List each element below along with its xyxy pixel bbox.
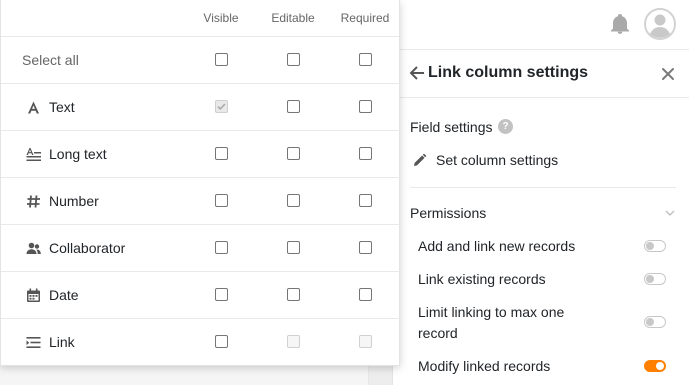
table-row-text: Text bbox=[1, 84, 401, 131]
link-column-settings-panel: Link column settings Field settings ? Se… bbox=[392, 50, 689, 385]
user-avatar-icon[interactable] bbox=[644, 8, 676, 40]
divider bbox=[410, 187, 676, 188]
table-row-long-text: Long text bbox=[1, 131, 401, 178]
calendar-icon bbox=[27, 288, 40, 302]
checkbox-visible[interactable] bbox=[215, 288, 228, 301]
checkbox-visible[interactable] bbox=[215, 147, 228, 160]
close-icon[interactable] bbox=[661, 67, 675, 81]
checkbox-required[interactable] bbox=[359, 53, 372, 66]
pencil-icon bbox=[414, 153, 427, 166]
bell-icon[interactable] bbox=[610, 13, 630, 35]
table-row-collaborator: Collaborator bbox=[1, 225, 401, 272]
checkbox-required[interactable] bbox=[359, 147, 372, 160]
collaborator-icon bbox=[26, 242, 41, 254]
table-row-select-all: Select all bbox=[1, 37, 401, 84]
checkbox-editable bbox=[287, 335, 300, 348]
permissions-label: Permissions bbox=[410, 205, 487, 221]
permission-add-and-link-label: Add and link new records bbox=[418, 238, 576, 254]
back-arrow-icon[interactable] bbox=[409, 65, 425, 81]
permission-limit-one-toggle[interactable] bbox=[644, 316, 666, 328]
permission-link-existing-label: Link existing records bbox=[418, 271, 546, 287]
checkbox-editable[interactable] bbox=[287, 241, 300, 254]
table-row-link: Link bbox=[1, 319, 401, 366]
number-icon bbox=[27, 195, 40, 208]
panel-title: Link column settings bbox=[428, 64, 589, 81]
checkbox-visible[interactable] bbox=[215, 194, 228, 207]
row-label: Long text bbox=[49, 146, 107, 162]
table-row-number: Number bbox=[1, 178, 401, 225]
checkbox-editable[interactable] bbox=[287, 100, 300, 113]
column-header-editable: Editable bbox=[271, 11, 315, 25]
toggle-knob bbox=[646, 318, 654, 326]
text-type-icon bbox=[28, 101, 39, 114]
table-row-date: Date bbox=[1, 272, 401, 319]
link-type-icon bbox=[26, 337, 41, 348]
checkbox-editable[interactable] bbox=[287, 53, 300, 66]
check-icon bbox=[217, 103, 226, 111]
long-text-icon bbox=[26, 148, 41, 161]
row-label: Text bbox=[49, 99, 75, 115]
help-icon[interactable]: ? bbox=[498, 119, 513, 134]
checkbox-required bbox=[359, 335, 372, 348]
row-label: Collaborator bbox=[49, 240, 126, 256]
checkbox-required[interactable] bbox=[359, 241, 372, 254]
checkbox-required[interactable] bbox=[359, 288, 372, 301]
checkbox-required[interactable] bbox=[359, 194, 372, 207]
checkbox-visible bbox=[215, 100, 228, 113]
checkbox-editable[interactable] bbox=[287, 194, 300, 207]
chevron-down-icon[interactable] bbox=[665, 209, 675, 217]
column-header-visible: Visible bbox=[203, 11, 239, 25]
checkbox-editable[interactable] bbox=[287, 288, 300, 301]
toggle-knob bbox=[656, 362, 664, 370]
row-label: Number bbox=[49, 193, 99, 209]
field-settings-label: Field settings bbox=[410, 119, 493, 135]
set-column-settings-label: Set column settings bbox=[436, 152, 559, 168]
checkbox-required[interactable] bbox=[359, 100, 372, 113]
row-label: Select all bbox=[22, 52, 79, 68]
permission-modify-linked-label: Modify linked records bbox=[418, 358, 551, 374]
checkbox-editable[interactable] bbox=[287, 147, 300, 160]
set-column-settings-button[interactable]: Set column settings bbox=[413, 148, 558, 172]
permission-add-and-link-toggle[interactable] bbox=[644, 240, 666, 252]
permission-limit-one-label: Limit linking to max one record bbox=[418, 304, 565, 341]
permission-link-existing-toggle[interactable] bbox=[644, 273, 666, 285]
column-header-required: Required bbox=[340, 11, 390, 25]
row-label: Link bbox=[49, 334, 75, 350]
checkbox-visible[interactable] bbox=[215, 53, 228, 66]
panel-header: Link column settings bbox=[393, 50, 689, 98]
toggle-knob bbox=[646, 275, 654, 283]
table-header: Visible Editable Required bbox=[1, 0, 399, 37]
toggle-knob bbox=[646, 242, 654, 250]
checkbox-visible[interactable] bbox=[215, 241, 228, 254]
field-permissions-popover: Visible Editable Required Select all Tex… bbox=[0, 0, 401, 366]
row-label: Date bbox=[49, 287, 79, 303]
checkbox-visible[interactable] bbox=[215, 335, 228, 348]
permission-modify-linked-toggle[interactable] bbox=[644, 360, 666, 372]
